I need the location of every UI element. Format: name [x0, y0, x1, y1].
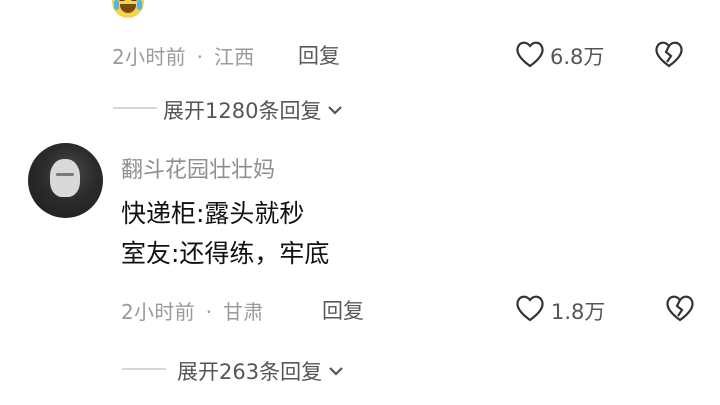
comment-username[interactable]: 翻斗花园壮壮妈 [121, 152, 275, 184]
expand-replies-label: 展开263条回复 [177, 360, 323, 384]
comment-line: 快递柜:露头就秒 [121, 199, 305, 228]
like-count: 1.8万 [551, 300, 606, 324]
expand-replies-label: 展开1280条回复 [163, 99, 322, 123]
comment-time: 2小时前 [112, 45, 186, 69]
broken-heart-icon[interactable] [665, 294, 695, 322]
chevron-down-icon [328, 365, 344, 377]
comment-meta: 2小时前 · 江西 [112, 45, 255, 69]
expand-replies-button[interactable]: 展开263条回复 [177, 356, 344, 386]
divider-dash [113, 107, 157, 109]
expand-replies-button[interactable]: 展开1280条回复 [163, 95, 343, 125]
comment-meta: 2小时前 · 甘肃 [121, 300, 264, 324]
chevron-down-icon [327, 104, 343, 116]
laugh-cry-emoji-icon [112, 0, 144, 18]
comment-location: 江西 [213, 45, 255, 69]
comment-line: 室友:还得练，牢底 [121, 239, 330, 268]
comment-text: 快递柜:露头就秒 室友:还得练，牢底 [121, 194, 329, 274]
comment-time: 2小时前 [121, 300, 195, 324]
like-count: 6.8万 [550, 45, 605, 69]
divider-dash [122, 368, 166, 370]
broken-heart-icon[interactable] [654, 40, 684, 68]
reply-button[interactable]: 回复 [322, 295, 364, 325]
heart-outline-icon[interactable] [515, 40, 545, 68]
reply-button[interactable]: 回复 [298, 40, 340, 70]
avatar[interactable] [28, 143, 103, 218]
heart-outline-icon[interactable] [515, 294, 545, 322]
comment-location: 甘肃 [222, 300, 264, 324]
